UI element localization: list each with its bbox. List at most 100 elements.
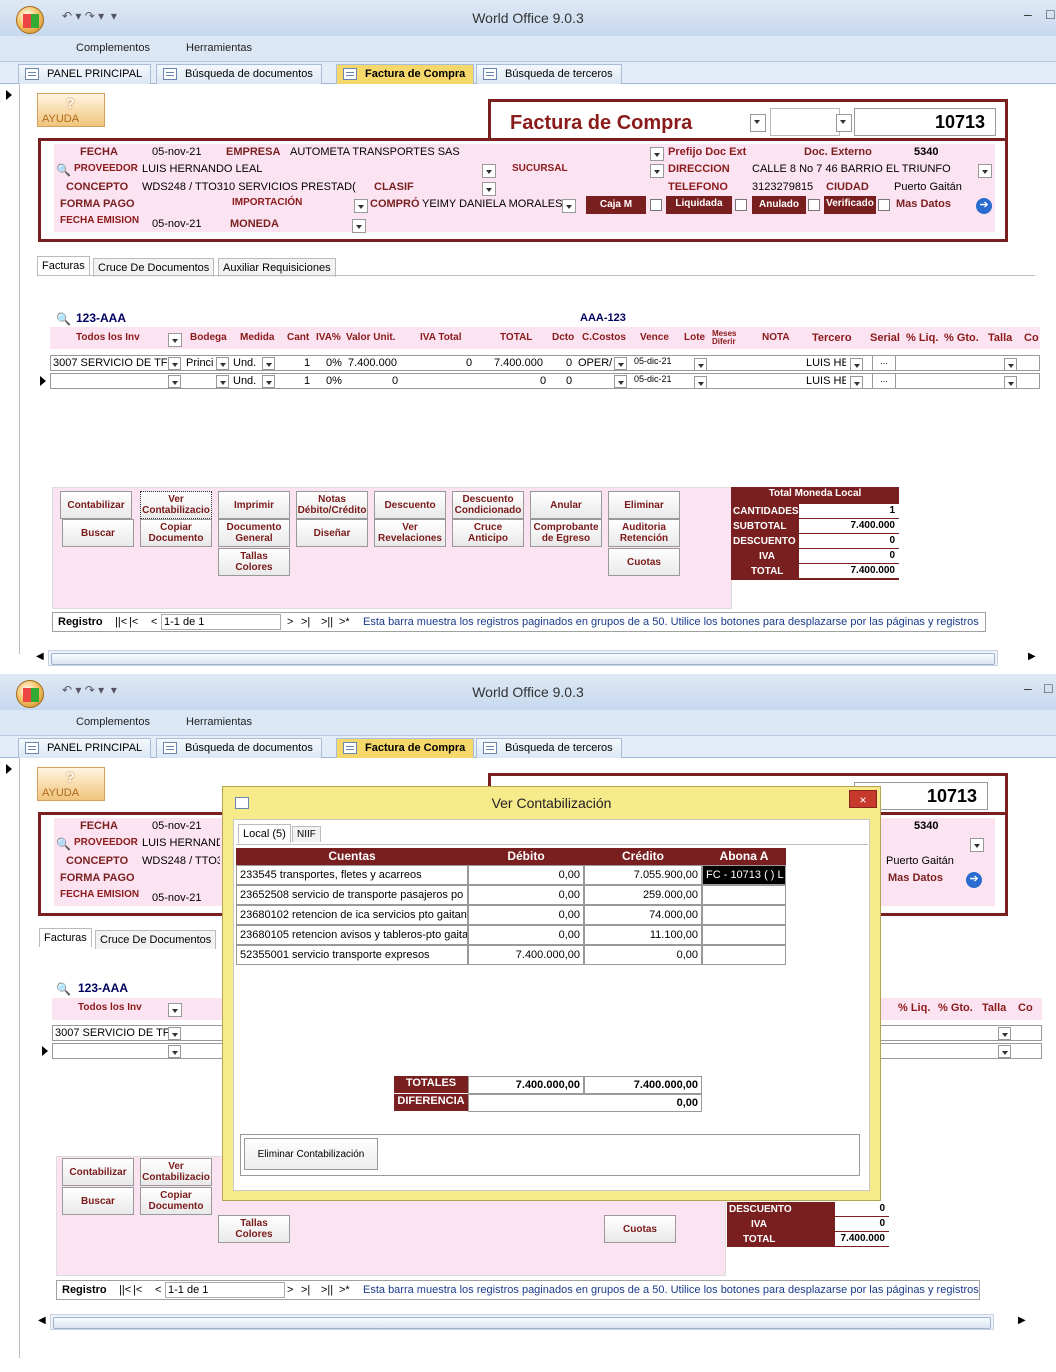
tab-factura-compra[interactable]: Factura de Compra [336,64,475,84]
tab-niif[interactable]: NIIF [292,826,321,842]
horizontal-scrollbar[interactable] [50,1314,994,1330]
documento-general-button[interactable]: Documento General [218,519,290,547]
row1-abona[interactable]: FC - 10713 ( ) L [702,865,786,885]
first-record-button[interactable]: ||< [115,616,127,628]
prev-record-button[interactable]: < [155,1284,161,1296]
minimize-button[interactable]: – [1024,680,1032,696]
row1-debito[interactable]: 0,00 [468,865,584,885]
ciudad-value[interactable]: Puerto Gaitán [894,181,962,193]
row2-vence[interactable]: 05-dic-21 [634,374,672,384]
tab-busqueda-terceros[interactable]: Búsqueda de terceros [476,64,622,84]
row2-ccostos-dropdown[interactable] [614,375,627,388]
telefono-value[interactable]: 3123279815 [752,181,813,193]
ver-contabilizacion-button[interactable]: Ver Contabilizacio [140,1158,212,1186]
row2-item-dropdown[interactable] [168,1045,181,1058]
minimize-button[interactable]: – [1024,6,1032,22]
tab-busqueda-terceros[interactable]: Búsqueda de terceros [476,738,622,758]
prev-page-button[interactable]: |< [133,1284,142,1296]
row5-debito[interactable]: 7.400.000,00 [468,945,584,965]
row1-tercero-dropdown[interactable] [850,358,863,371]
last-page-button[interactable]: >|| [321,616,333,628]
empresa-value[interactable]: AUTOMETA TRANSPORTES SAS [290,146,460,158]
disenar-button[interactable]: Diseñar [296,519,368,547]
ver-revelaciones-button[interactable]: Ver Revelaciones [374,519,446,547]
close-button[interactable]: × [849,790,877,808]
ribbon-complementos[interactable]: Complementos [76,716,150,728]
row1-bodega[interactable]: Princi [186,357,216,369]
cuotas-button[interactable]: Cuotas [604,1215,676,1243]
caja-m-checkbox[interactable] [650,199,662,211]
next-record-button[interactable]: > [287,616,293,628]
inv-dropdown[interactable] [168,1003,182,1017]
tab-panel-principal[interactable]: PANEL PRINCIPAL [18,738,152,758]
row4-abona[interactable] [702,925,786,945]
row1-medida[interactable]: Und. [233,357,256,369]
tab-cruce-documentos[interactable]: Cruce De Documentos [95,930,217,949]
tallas-colores-button[interactable]: Tallas Colores [218,548,290,576]
scrollbar-thumb[interactable] [53,1317,991,1329]
contabilizar-button[interactable]: Contabilizar [60,491,132,519]
fecha-value[interactable]: 05-nov-21 [152,820,202,832]
row1-lote-dropdown[interactable] [694,358,707,371]
comprobante-egreso-button[interactable]: Comprobante de Egreso [530,519,602,547]
row4-debito[interactable]: 0,00 [468,925,584,945]
scroll-left-icon[interactable]: ◀ [36,651,44,662]
row5-credito[interactable]: 0,00 [584,945,702,965]
row2-bodega-dropdown[interactable] [216,375,229,388]
tab-panel-principal[interactable]: PANEL PRINCIPAL [18,64,152,84]
scroll-right-icon[interactable]: ▶ [1018,1315,1026,1326]
prefix-dropdown[interactable] [836,114,852,132]
last-record-button[interactable]: >| [301,1284,310,1296]
anulado-checkbox[interactable] [808,199,820,211]
help-button[interactable]: ? AYUDA [37,767,105,801]
prev-page-button[interactable]: |< [129,616,138,628]
row1-item[interactable]: 3007 SERVICIO DE TF [55,1027,168,1039]
row3-debito[interactable]: 0,00 [468,905,584,925]
row4-credito[interactable]: 11.100,00 [584,925,702,945]
row2-credito[interactable]: 259.000,00 [584,885,702,905]
imprimir-button[interactable]: Imprimir [218,491,290,519]
row5-abona[interactable] [702,945,786,965]
copiar-documento-button[interactable]: Copiar Documento [140,519,212,547]
row2-item-dropdown[interactable] [168,375,181,388]
row1-ccostos[interactable]: OPER/ [578,357,614,369]
inv-dropdown[interactable] [168,333,182,347]
row1-item[interactable]: 3007 SERVICIO DE TF [53,357,168,369]
doc-externo-value[interactable]: 5340 [914,146,938,158]
row4-cuenta[interactable]: 23680105 retencion avisos y tableros-pto… [236,925,468,945]
compro-dropdown[interactable] [562,199,576,213]
buscar-button[interactable]: Buscar [62,1187,134,1215]
row1-ccostos-dropdown[interactable] [614,357,627,370]
row2-talla-dropdown[interactable] [1004,376,1017,389]
tab-facturas[interactable]: Facturas [37,256,90,275]
row1-iva-total[interactable]: 0 [466,357,472,369]
row1-serial-button[interactable]: ... [872,355,896,371]
row1-dcto[interactable]: 0 [566,357,572,369]
row2-medida[interactable]: Und. [233,375,256,387]
row2-iva[interactable]: 0% [326,375,342,387]
verificado-checkbox[interactable] [878,199,890,211]
row2-cant[interactable]: 1 [304,375,310,387]
last-record-button[interactable]: >| [301,616,310,628]
row5-cuenta[interactable]: 52355001 servicio transporte expresos [236,945,468,965]
cuotas-button[interactable]: Cuotas [608,548,680,576]
row1-vence[interactable]: 05-dic-21 [634,356,672,366]
copiar-documento-button[interactable]: Copiar Documento [140,1187,212,1215]
row2-serial-button[interactable]: ... [872,373,896,389]
sucursal-dropdown[interactable] [650,164,664,178]
row2-valor[interactable]: 0 [392,375,398,387]
ribbon-complementos[interactable]: Complementos [76,42,150,54]
prev-record-button[interactable]: < [151,616,157,628]
proveedor-value[interactable]: LUIS HERNANDO LEAL [142,837,220,849]
fecha-value[interactable]: 05-nov-21 [152,146,202,158]
tallas-colores-button[interactable]: Tallas Colores [218,1215,290,1243]
buscar-button[interactable]: Buscar [62,519,134,547]
row1-credito[interactable]: 7.055.900,00 [584,865,702,885]
auditoria-retencion-button[interactable]: Auditoria Retención [608,519,680,547]
arrow-right-icon[interactable]: ➔ [976,198,992,214]
next-record-button[interactable]: > [287,1284,293,1296]
row2-cuenta[interactable]: 23652508 servicio de transporte pasajero… [236,885,468,905]
fecha-emision-value[interactable]: 05-nov-21 [152,218,202,230]
first-record-button[interactable]: ||< [119,1284,131,1296]
title-dropdown[interactable] [750,114,766,132]
